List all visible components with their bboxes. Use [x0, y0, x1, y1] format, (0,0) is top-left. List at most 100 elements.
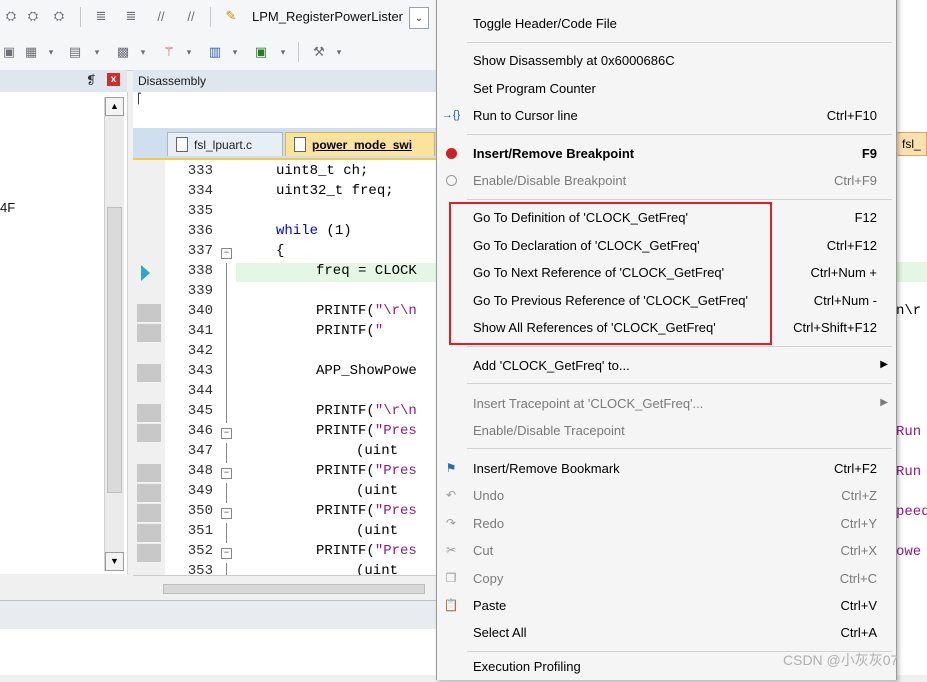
menu-item-redo[interactable]: ↷ Redo Ctrl+Y: [437, 510, 896, 537]
tab-fsl-right[interactable]: fsl_: [895, 132, 927, 156]
menu-item-run-to-cursor[interactable]: →{} Run to Cursor line Ctrl+F10: [437, 102, 896, 129]
tools-icon[interactable]: ⚒: [310, 44, 328, 60]
menu-item-insert-remove-breakpoint[interactable]: Insert/Remove Breakpoint F9: [437, 140, 896, 167]
chevron-down-icon[interactable]: ▾: [330, 44, 348, 60]
menu-item-insert-remove-bookmark[interactable]: ⚑ Insert/Remove Bookmark Ctrl+F2: [437, 455, 896, 482]
menu-item-shortcut: Ctrl+F10: [826, 108, 877, 123]
menu-item-shortcut: Ctrl+Shift+F12: [793, 320, 877, 335]
toolbar-separator: [210, 7, 211, 27]
pin-icon[interactable]: ❡: [86, 73, 96, 87]
code-editor[interactable]: 333 uint8_t ch; 334 uint32_t freq; 335 336 whi…: [133, 160, 436, 583]
code-text: (uint: [356, 483, 399, 499]
menu-item-shortcut: Ctrl+Num +: [810, 265, 877, 280]
menu-item-cut[interactable]: ✂ Cut Ctrl+X: [437, 537, 896, 564]
fold-toggle-icon[interactable]: −: [221, 468, 232, 479]
chevron-down-icon[interactable]: ▾: [134, 44, 152, 60]
scroll-up-icon[interactable]: ▲: [105, 97, 124, 116]
breakpoint-icon: [443, 145, 459, 161]
menu-separator: [467, 448, 892, 449]
code-line[interactable]: 339: [133, 283, 436, 303]
code-line[interactable]: 335: [133, 203, 436, 223]
code-text: PRINTF("Pres: [316, 423, 417, 439]
menu-item-select-all[interactable]: Select All Ctrl+A: [437, 619, 896, 646]
chip-icon[interactable]: ▣: [252, 44, 270, 60]
fold-toggle-icon[interactable]: −: [221, 428, 232, 439]
line-number: 335: [187, 203, 213, 219]
fold-guide: [226, 363, 227, 383]
left-pane-scrollbar[interactable]: ▲ ▼: [104, 97, 124, 571]
system-viewer-icon[interactable]: ▥: [206, 44, 224, 60]
code-line[interactable]: 333 uint8_t ch;: [133, 163, 436, 183]
line-number: 334: [187, 183, 213, 199]
redo-icon: ↷: [445, 516, 457, 530]
menu-item-show-disassembly[interactable]: Show Disassembly at 0x6000686C: [437, 47, 896, 74]
code-line[interactable]: 352− PRINTF("Pres: [133, 543, 436, 563]
toolbar-icon-3[interactable]: ⛭: [50, 8, 68, 24]
code-line[interactable]: 343 APP_ShowPowe: [133, 363, 436, 383]
fold-guide: [226, 383, 227, 403]
scroll-down-icon[interactable]: ▼: [105, 552, 124, 571]
code-line[interactable]: 348− PRINTF("Pres: [133, 463, 436, 483]
line-number: 351: [187, 523, 213, 539]
code-line[interactable]: 340 PRINTF("\r\n: [133, 303, 436, 323]
memory-icon[interactable]: ▩: [114, 44, 132, 60]
toolbar-icon-2[interactable]: ⛭: [24, 8, 42, 24]
tab-power-mode-switch[interactable]: power_mode_swi: [285, 132, 435, 156]
toolbar-row-2: ▣ ▦ ▾ ▤ ▾ ▩ ▾ ⚚ ▾ ▥ ▾ ▣ ▾ ⚒ ▾: [0, 34, 436, 71]
code-line[interactable]: 345 PRINTF("\r\n: [133, 403, 436, 423]
chevron-down-icon[interactable]: ▾: [180, 44, 198, 60]
uncomment-icon[interactable]: //: [182, 8, 200, 24]
code-line[interactable]: 336 while (1): [133, 223, 436, 243]
line-number: 344: [187, 383, 213, 399]
code-line[interactable]: 347 (uint: [133, 443, 436, 463]
code-fragment: Run: [896, 464, 922, 480]
close-icon[interactable]: x: [107, 73, 120, 86]
window-icon[interactable]: ▣: [0, 44, 18, 60]
menu-item-add-to[interactable]: Add 'CLOCK_GetFreq' to... ▶: [437, 352, 896, 379]
menu-item-toggle-header-code[interactable]: Toggle Header/Code File: [437, 10, 896, 37]
comment-icon[interactable]: //: [152, 8, 170, 24]
fold-toggle-icon[interactable]: −: [221, 548, 232, 559]
fold-toggle-icon[interactable]: −: [221, 248, 232, 259]
line-number: 347: [187, 443, 213, 459]
menu-item-undo[interactable]: ↶ Undo Ctrl+Z: [437, 482, 896, 509]
scrollbar-thumb[interactable]: [163, 584, 425, 594]
code-line[interactable]: 349 (uint: [133, 483, 436, 503]
code-line[interactable]: 338 freq = CLOCK: [133, 263, 436, 283]
menu-item-set-program-counter[interactable]: Set Program Counter: [437, 75, 896, 102]
tab-fsl-lpuart[interactable]: fsl_lpuart.c: [167, 132, 283, 156]
menu-item-paste[interactable]: 📋 Paste Ctrl+V: [437, 592, 896, 619]
disassembly-body[interactable]: ⎡: [133, 92, 436, 128]
code-line[interactable]: 334 uint32_t freq;: [133, 183, 436, 203]
chevron-down-icon[interactable]: ▾: [274, 44, 292, 60]
code-line[interactable]: 342: [133, 343, 436, 363]
code-line[interactable]: 350− PRINTF("Pres: [133, 503, 436, 523]
fold-toggle-icon[interactable]: −: [221, 508, 232, 519]
code-line[interactable]: 344: [133, 383, 436, 403]
function-dropdown-value[interactable]: LPM_RegisterPowerLister: [252, 9, 403, 24]
menu-item-insert-tracepoint[interactable]: Insert Tracepoint at 'CLOCK_GetFreq'... …: [437, 390, 896, 417]
chevron-down-icon[interactable]: ▾: [226, 44, 244, 60]
code-text: PRINTF("Pres: [316, 503, 417, 519]
tab-label: fsl_: [902, 137, 921, 151]
chevron-down-icon[interactable]: ⌄: [409, 7, 429, 29]
indent-icon[interactable]: ≣: [92, 8, 110, 24]
view-icon[interactable]: ▦: [22, 44, 40, 60]
code-text: while (1): [276, 223, 352, 239]
code-line[interactable]: 341 PRINTF(": [133, 323, 436, 343]
toolbar-icon-1[interactable]: ⛭: [2, 8, 20, 24]
chevron-down-icon[interactable]: ▾: [88, 44, 106, 60]
scrollbar-thumb[interactable]: [107, 207, 122, 493]
code-line[interactable]: 351 (uint: [133, 523, 436, 543]
code-line[interactable]: 346− PRINTF("Pres: [133, 423, 436, 443]
grid-icon[interactable]: ▤: [66, 44, 84, 60]
editor-horizontal-scrollbar[interactable]: [133, 575, 436, 601]
menu-item-enable-disable-tracepoint[interactable]: Enable/Disable Tracepoint: [437, 417, 896, 444]
unindent-icon[interactable]: ≣: [122, 8, 140, 24]
menu-item-shortcut: Ctrl+F2: [834, 461, 877, 476]
code-line[interactable]: 337− {: [133, 243, 436, 263]
chevron-down-icon[interactable]: ▾: [42, 44, 60, 60]
trace-icon[interactable]: ⚚: [160, 44, 178, 60]
menu-item-copy[interactable]: ❐ Copy Ctrl+C: [437, 565, 896, 592]
menu-item-enable-disable-breakpoint[interactable]: Enable/Disable Breakpoint Ctrl+F9: [437, 167, 896, 194]
